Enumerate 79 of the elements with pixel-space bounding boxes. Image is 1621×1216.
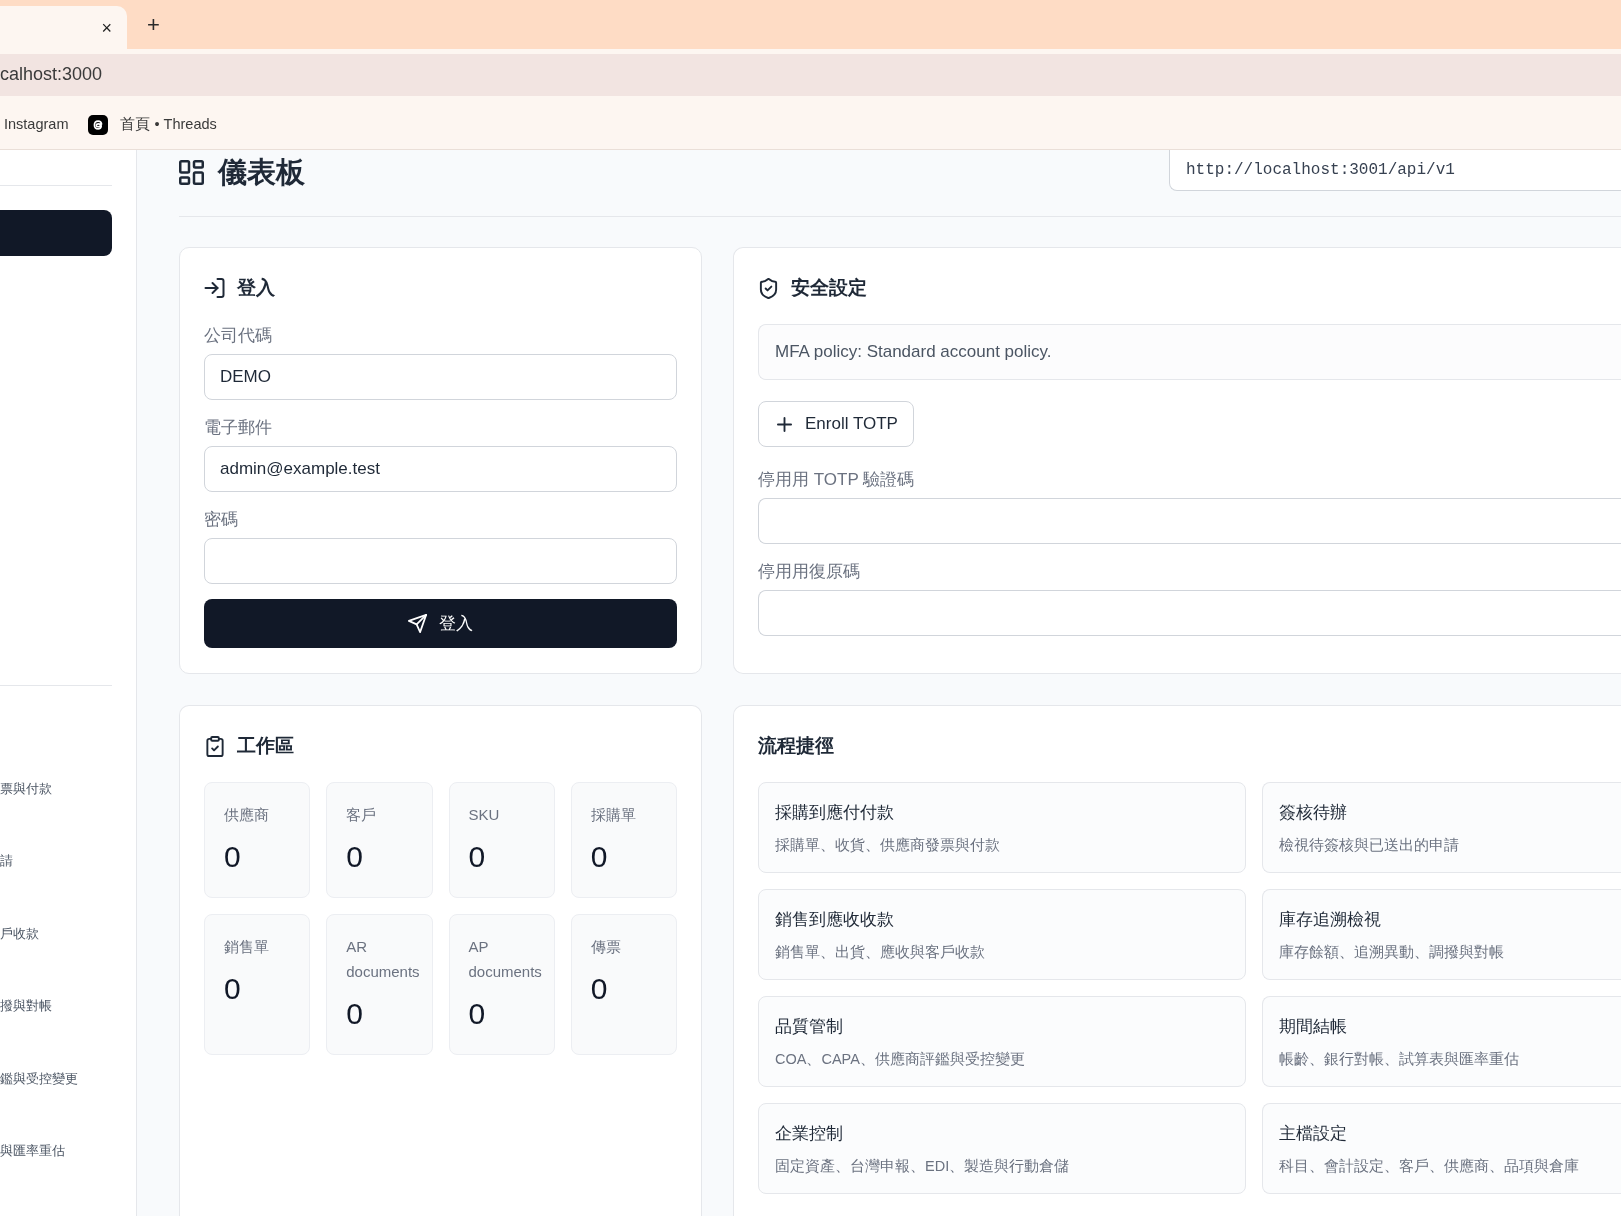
login-button[interactable]: 登入 xyxy=(204,599,677,648)
input-field[interactable] xyxy=(204,538,677,584)
shortcut-card[interactable]: 採購到應付付款 採購單、收貨、供應商發票與付款 xyxy=(758,782,1246,873)
shortcut-description: 科目、會計設定、客戶、供應商、品項與倉庫 xyxy=(1279,1157,1579,1176)
bookmark[interactable]: Instagram xyxy=(4,113,69,136)
stat-label: SKU xyxy=(468,805,501,825)
shortcut-description: 檢視待簽核與已送出的申請 xyxy=(1279,836,1459,855)
stat-value: 0 xyxy=(346,839,364,875)
api-url-field[interactable]: http://localhost:3001/api/v1 xyxy=(1169,150,1621,191)
address-bar[interactable]: calhost:3000 xyxy=(0,53,1621,96)
input-field[interactable]: DEMO xyxy=(204,354,677,400)
at-sign-icon xyxy=(88,114,109,135)
shortcut-description: 銷售單、出貨、應收與客戶收款 xyxy=(775,943,985,962)
stat-value: 0 xyxy=(468,996,487,1032)
stat-label: AR documents xyxy=(346,937,421,982)
send-icon xyxy=(408,614,427,633)
tab-close-button[interactable]: × xyxy=(101,18,112,37)
field-label: 停用用復原碼 xyxy=(758,561,861,583)
shortcut-description: 採購單、收貨、供應商發票與付款 xyxy=(775,836,1000,855)
enroll-totp-button[interactable]: Enroll TOTP xyxy=(758,401,914,447)
stat-value: 0 xyxy=(346,996,364,1032)
shortcut-title: 採購到應付付款 xyxy=(775,802,894,824)
page-title: 儀表板 xyxy=(218,155,305,190)
stat-label: 銷售單 xyxy=(224,937,270,957)
card-title: 登入 xyxy=(237,276,275,300)
browser-tab[interactable]: × xyxy=(0,6,127,49)
stat-value: 0 xyxy=(590,971,609,1007)
shortcut-description: 帳齡、銀行對帳、試算表與匯率重估 xyxy=(1279,1050,1519,1069)
stat-label: 採購單 xyxy=(590,805,637,825)
stat-value: 0 xyxy=(590,839,609,875)
card-title: 工作區 xyxy=(237,734,294,758)
bookmark[interactable]: 首頁 • Threads xyxy=(88,113,217,136)
stat-label: 傳票 xyxy=(590,937,622,957)
new-tab-button[interactable]: + xyxy=(147,13,160,36)
sidebar-link[interactable]: 請 xyxy=(0,851,13,872)
clipboard-check-icon xyxy=(206,735,224,757)
shortcut-card[interactable]: 期間結帳 帳齡、銀行對帳、試算表與匯率重估 xyxy=(1262,996,1621,1087)
input-field[interactable] xyxy=(758,498,1621,544)
nav-item[interactable] xyxy=(0,210,112,256)
shortcut-title: 簽核待辦 xyxy=(1279,802,1347,824)
stat-label: AP documents xyxy=(468,937,543,982)
stat-value: 0 xyxy=(224,971,242,1007)
sidebar-link[interactable]: 撥與對帳 xyxy=(0,996,52,1017)
shortcut-description: 固定資產、台灣申報、EDI、製造與行動倉儲 xyxy=(775,1157,1070,1176)
input-field[interactable] xyxy=(758,590,1621,636)
shortcut-description: COA、CAPA、供應商評鑑與受控變更 xyxy=(775,1050,1025,1069)
shortcut-card[interactable]: 企業控制 固定資產、台灣申報、EDI、製造與行動倉儲 xyxy=(758,1103,1246,1194)
stat-label: 供應商 xyxy=(224,805,270,825)
shortcut-card[interactable]: 簽核待辦 檢視待簽核與已送出的申請 xyxy=(1262,782,1621,873)
policy-notice: MFA policy: Standard account policy. xyxy=(758,324,1621,380)
shortcut-title: 銷售到應收收款 xyxy=(775,909,894,931)
plus-icon xyxy=(777,416,792,432)
shortcut-title: 庫存追溯檢視 xyxy=(1279,909,1381,931)
sidebar-link[interactable]: 票與付款 xyxy=(0,779,52,799)
sidebar-link[interactable]: 鑑與受控變更 xyxy=(0,1068,78,1089)
input-field[interactable]: admin@example.test xyxy=(204,446,677,492)
card-title: 流程捷徑 xyxy=(758,734,834,758)
stat-label: 客戶 xyxy=(346,805,378,825)
field-label: 密碼 xyxy=(204,509,239,531)
shortcut-title: 主檔設定 xyxy=(1279,1123,1347,1145)
shortcut-title: 品質管制 xyxy=(775,1016,843,1038)
shortcut-card[interactable]: 主檔設定 科目、會計設定、客戶、供應商、品項與倉庫 xyxy=(1262,1103,1621,1194)
shortcut-card[interactable]: 庫存追溯檢視 庫存餘額、追溯異動、調撥與對帳 xyxy=(1262,889,1621,980)
stat-value: 0 xyxy=(468,839,487,875)
layout-grid-icon xyxy=(179,159,204,185)
shortcut-card[interactable]: 銷售到應收收款 銷售單、出貨、應收與客戶收款 xyxy=(758,889,1246,980)
shortcut-description: 庫存餘額、追溯異動、調撥與對帳 xyxy=(1279,943,1504,962)
shortcut-card[interactable]: 品質管制 COA、CAPA、供應商評鑑與受控變更 xyxy=(758,996,1246,1087)
field-label: 電子郵件 xyxy=(204,417,273,439)
shortcut-title: 期間結帳 xyxy=(1279,1016,1347,1038)
shortcut-title: 企業控制 xyxy=(775,1123,843,1145)
sidebar-link[interactable]: 戶收款 xyxy=(0,923,39,944)
field-label: 停用用 TOTP 驗證碼 xyxy=(758,469,916,491)
login-icon xyxy=(204,278,225,298)
field-label: 公司代碼 xyxy=(204,325,273,347)
card-title: 安全設定 xyxy=(791,276,867,300)
stat-value: 0 xyxy=(224,839,242,875)
shield-check-icon xyxy=(759,277,778,299)
sidebar-link[interactable]: 與匯率重估 xyxy=(0,1140,65,1161)
